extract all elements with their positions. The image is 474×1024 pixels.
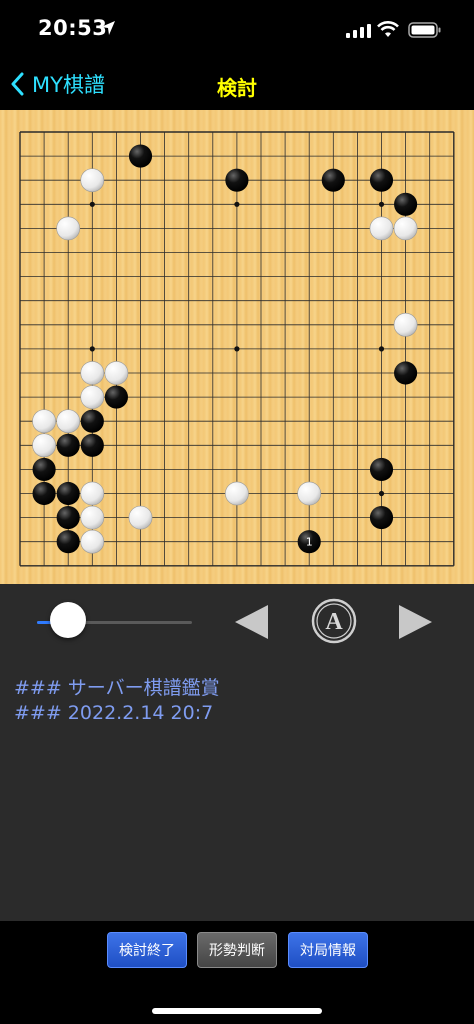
previous-move-button[interactable] (232, 602, 272, 642)
star-point (89, 346, 95, 352)
white-stone (225, 481, 249, 506)
white-stone (104, 361, 129, 385)
page-title: 検討 (217, 76, 257, 100)
black-stone (80, 409, 104, 433)
play-right-icon (399, 605, 432, 639)
white-stone (80, 168, 105, 193)
black-stone (80, 433, 104, 457)
black-stone (369, 168, 394, 192)
star-point (378, 490, 385, 497)
star-point (234, 346, 240, 352)
comment-area[interactable]: ### サーバー棋譜鑑賞 ### 2022.2.14 20:7 (0, 661, 474, 921)
wifi-icon (377, 21, 399, 37)
white-stone (393, 312, 418, 337)
comment-line-1: ### サーバー棋譜鑑賞 (14, 677, 220, 699)
black-stone (225, 168, 249, 192)
white-stone (369, 216, 394, 241)
svg-text:A: A (325, 609, 343, 635)
go-board[interactable]: 1 (0, 110, 474, 584)
white-stone (32, 409, 56, 434)
status-time: 20:53 (38, 16, 108, 40)
navigation-bar: MY棋譜 検討 (0, 60, 474, 110)
white-stone (32, 433, 56, 458)
black-stone (32, 457, 56, 481)
white-stone (80, 361, 105, 385)
location-arrow-icon (101, 21, 115, 35)
cellular-signal-icon (346, 24, 371, 38)
white-stone (297, 481, 322, 506)
white-stone (80, 529, 105, 554)
game-info-button[interactable]: 対局情報 (288, 932, 368, 968)
star-point (234, 201, 240, 207)
black-stone (321, 168, 345, 192)
white-stone (56, 216, 81, 241)
white-stone (80, 505, 105, 530)
status-bar: 20:53 (0, 0, 474, 60)
last-move-number: 1 (306, 536, 313, 549)
black-stone (394, 192, 418, 216)
black-stone (32, 481, 56, 506)
board-grid[interactable]: 1 (0, 110, 474, 584)
star-point (378, 346, 385, 352)
black-stone (56, 506, 80, 530)
black-stone (56, 530, 80, 554)
next-move-button[interactable] (395, 602, 435, 642)
black-stone (394, 361, 418, 385)
play-left-icon (235, 605, 268, 639)
white-stone (80, 481, 105, 506)
position-judgment-button[interactable]: 形勢判断 (197, 932, 277, 968)
slider-thumb[interactable] (50, 602, 86, 638)
white-stone (128, 505, 153, 530)
comment-line-2: ### 2022.2.14 20:7 (14, 702, 214, 724)
end-review-button[interactable]: 検討終了 (107, 932, 187, 968)
star-point (89, 201, 95, 207)
battery-icon (408, 22, 441, 38)
black-stone (369, 457, 394, 481)
black-stone (56, 433, 80, 457)
home-indicator (152, 1008, 322, 1014)
auto-play-icon: A (311, 598, 357, 644)
black-stone (104, 385, 128, 409)
black-stone (369, 506, 394, 530)
star-point (378, 201, 385, 207)
black-stone (56, 481, 80, 506)
white-stone (80, 385, 105, 409)
auto-play-button[interactable]: A (311, 598, 357, 644)
black-stone (128, 144, 153, 168)
white-stone (56, 409, 81, 434)
white-stone (393, 216, 418, 241)
